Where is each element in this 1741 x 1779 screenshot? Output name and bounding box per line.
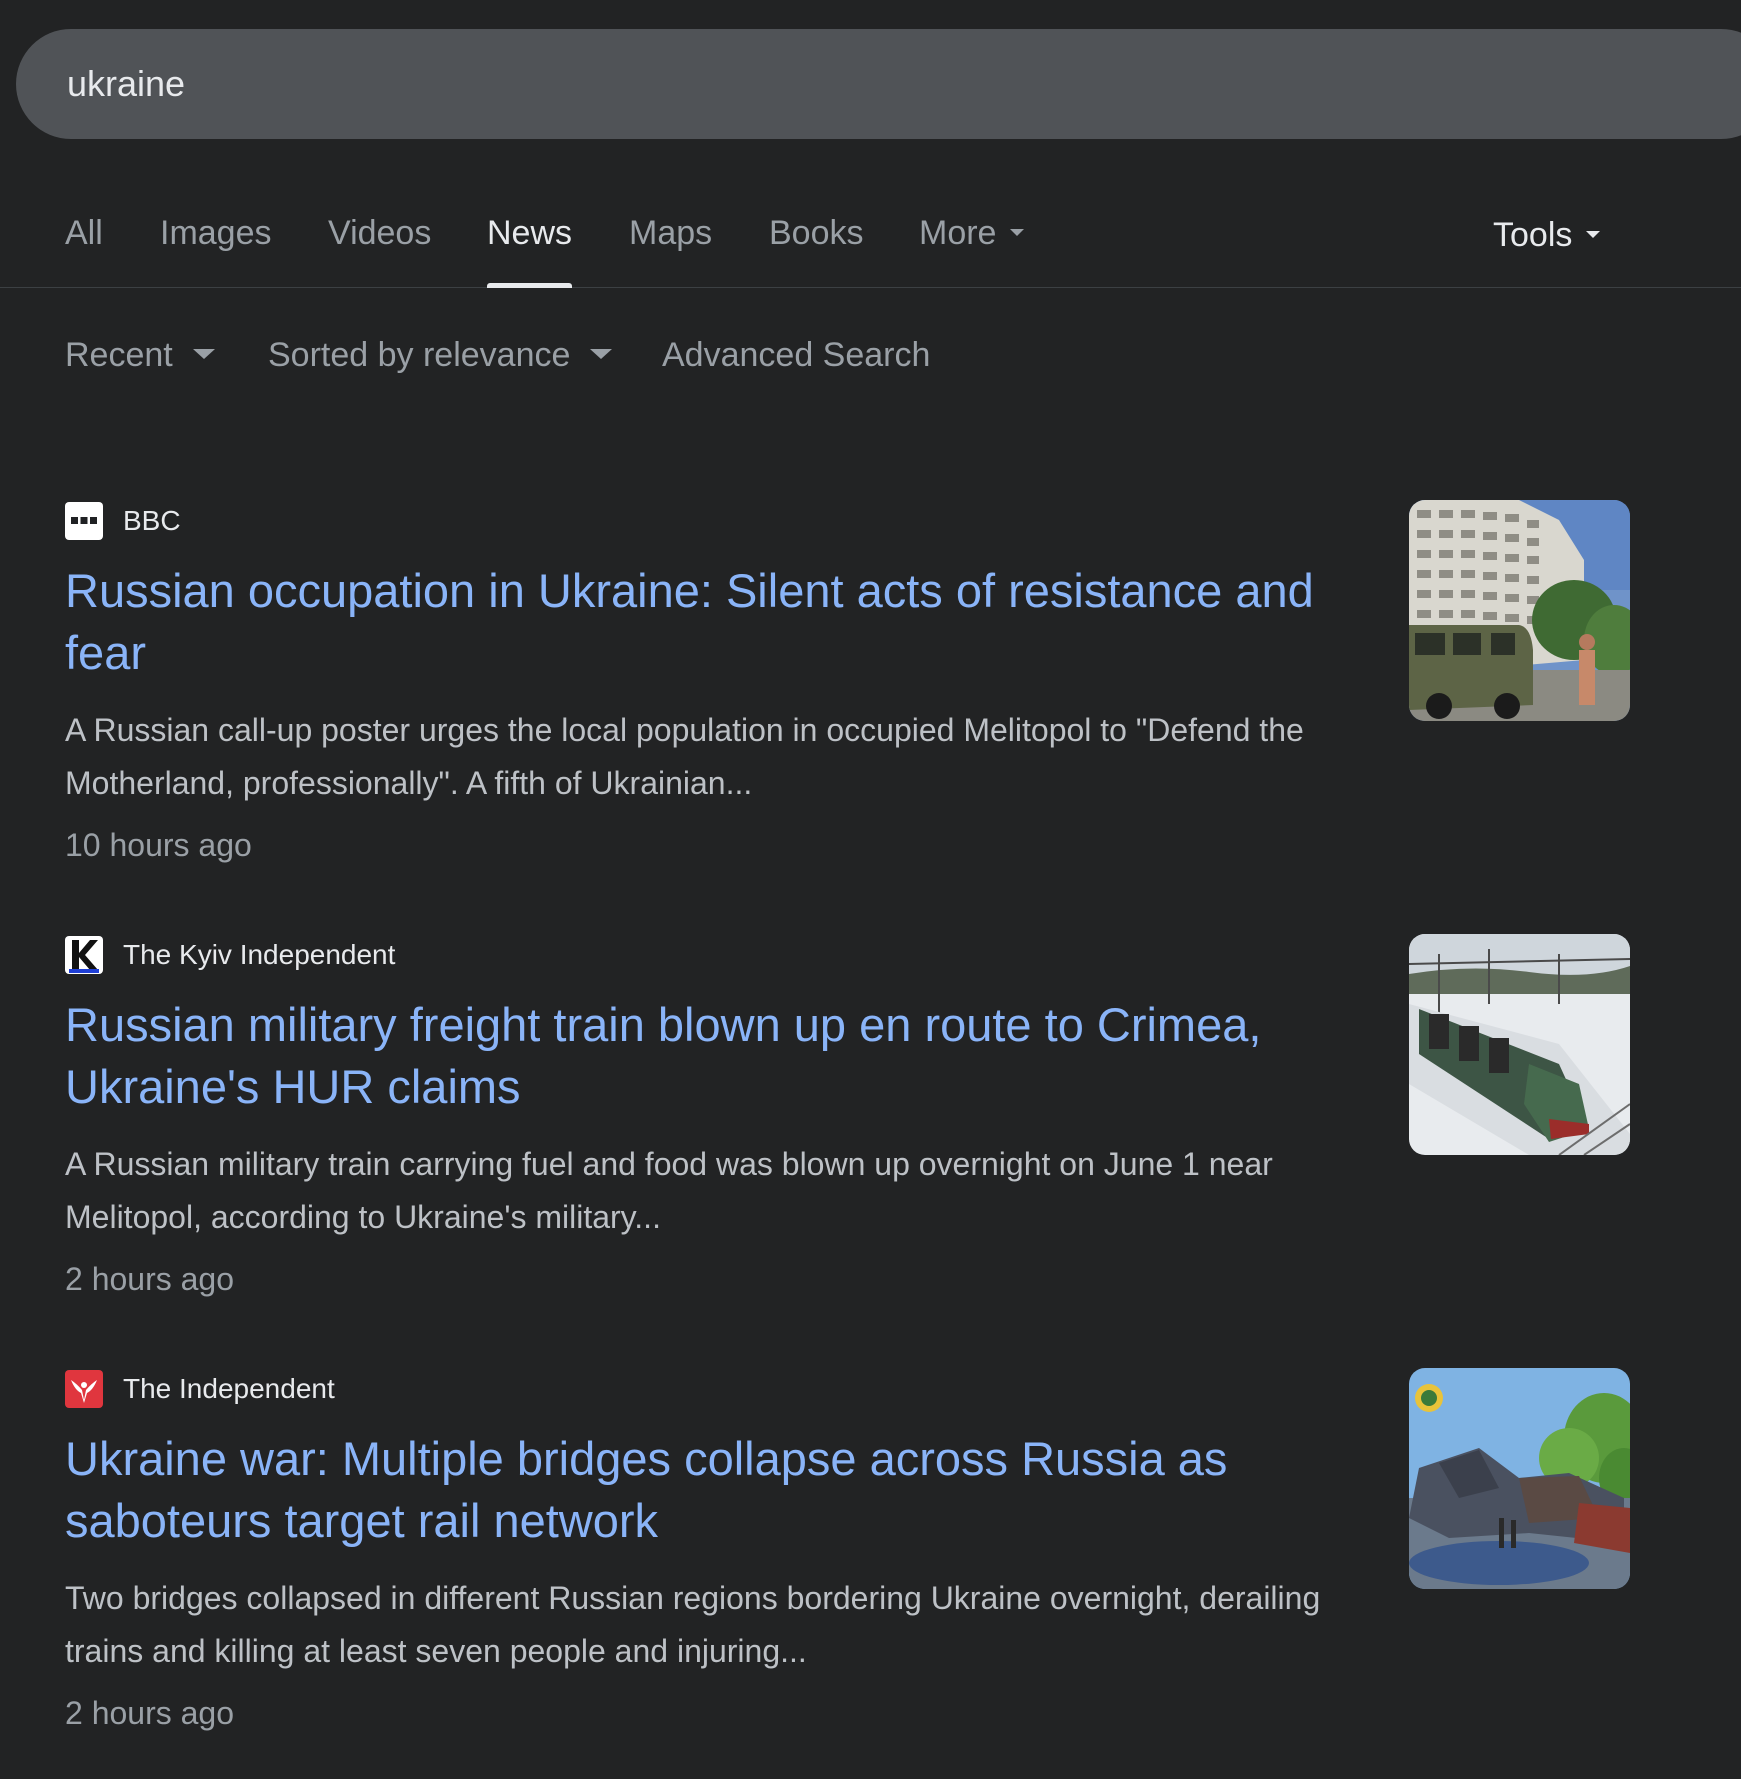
source-name: The Independent — [123, 1373, 335, 1404]
tab-label: More — [919, 214, 997, 252]
chevron-down-icon — [192, 349, 215, 360]
headline-link[interactable]: Russian military freight train blown up … — [65, 994, 1405, 1118]
timestamp: 2 hours ago — [65, 1695, 235, 1731]
headline-link[interactable]: Russian occupation in Ukraine: Silent ac… — [65, 560, 1405, 684]
snippet: A Russian call-up poster urges the local… — [65, 712, 1304, 801]
sort-filter-label: Sorted by relevance — [268, 336, 571, 374]
filter-row: Recent Sorted by relevance Advanced Sear… — [0, 336, 1741, 384]
tab-more[interactable]: More — [919, 214, 1025, 287]
search-input[interactable] — [67, 63, 1267, 105]
timestamp: 2 hours ago — [65, 1261, 235, 1297]
advanced-search-label: Advanced Search — [662, 336, 931, 374]
source-row[interactable]: The Independent — [65, 1370, 335, 1408]
source-name: BBC — [123, 505, 181, 536]
kyiv-independent-icon — [65, 936, 103, 974]
snippet: A Russian military train carrying fuel a… — [65, 1146, 1273, 1235]
tab-all[interactable]: All — [65, 214, 103, 287]
headline-link[interactable]: Ukraine war: Multiple bridges collapse a… — [65, 1428, 1405, 1552]
tab-label: Images — [160, 214, 272, 252]
search-bar[interactable] — [16, 29, 1741, 139]
tab-images[interactable]: Images — [160, 214, 272, 287]
sort-filter-dropdown[interactable]: Sorted by relevance — [268, 336, 613, 375]
snippet: Two bridges collapsed in different Russi… — [65, 1580, 1321, 1669]
train-wreck-thumbnail[interactable] — [1409, 1368, 1630, 1589]
freight-train-snow-thumbnail[interactable] — [1409, 934, 1630, 1155]
bbc-icon — [65, 502, 103, 540]
source-row[interactable]: The Kyiv Independent — [65, 936, 395, 974]
tab-videos[interactable]: Videos — [328, 214, 431, 287]
timestamp: 10 hours ago — [65, 827, 252, 863]
tab-label: All — [65, 214, 103, 252]
tools-button[interactable]: Tools — [1493, 216, 1601, 255]
tab-books[interactable]: Books — [769, 214, 864, 287]
independent-eagle-icon — [65, 1370, 103, 1408]
source-name: The Kyiv Independent — [123, 939, 396, 970]
tab-label: Books — [769, 214, 864, 252]
tab-label: Videos — [328, 214, 432, 252]
tab-label: Maps — [629, 214, 713, 252]
source-row[interactable]: BBC — [65, 502, 181, 540]
tab-maps[interactable]: Maps — [629, 214, 712, 287]
chevron-down-icon — [590, 349, 613, 360]
time-filter-dropdown[interactable]: Recent — [65, 336, 215, 375]
search-tabs: All Images Videos News Maps Books More T… — [0, 200, 1741, 288]
tab-label: News — [487, 214, 573, 252]
time-filter-label: Recent — [65, 336, 173, 374]
tab-news[interactable]: News — [487, 214, 573, 288]
apartment-building-van-thumbnail[interactable] — [1409, 500, 1630, 721]
chevron-down-icon — [1010, 228, 1025, 236]
tools-label: Tools — [1493, 216, 1573, 254]
advanced-search-link[interactable]: Advanced Search — [662, 336, 930, 375]
chevron-down-icon — [1586, 230, 1601, 238]
